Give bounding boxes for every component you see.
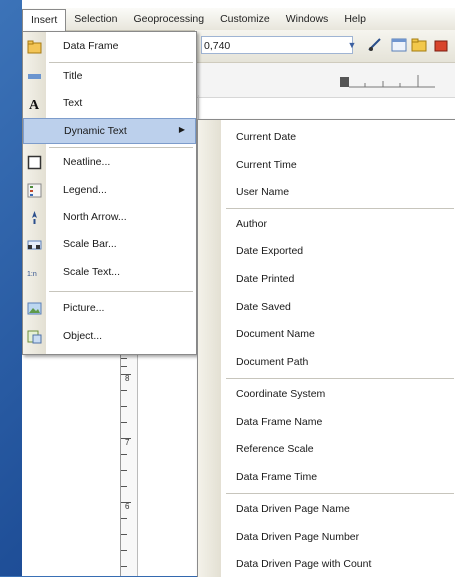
submenu-item-reference-scale[interactable]: Reference Scale [222,435,452,461]
menu-item-label: Scale Bar... [63,238,117,250]
menu-item-label: Data Driven Page with Count [236,558,372,570]
editor-toolbar-icon[interactable] [367,37,383,53]
menu-item-label: Current Time [236,159,297,171]
menu-separator [49,62,193,63]
menu-item-text[interactable]: A Text [23,91,196,117]
submenu-item-data-frame-time[interactable]: Data Frame Time [222,463,452,489]
map-scale-combo[interactable]: 0,740 [201,36,353,54]
menu-geoprocessing[interactable]: Geoprocessing [125,9,212,29]
menu-item-data-frame[interactable]: Data Frame [23,34,196,60]
menu-item-label: Reference Scale [236,443,314,455]
menu-bar: Insert Selection Geoprocessing Customize… [22,8,455,31]
submenu-item-author[interactable]: Author [222,210,452,236]
submenu-item-date-printed[interactable]: Date Printed [222,265,452,291]
submenu-item-data-frame-name[interactable]: Data Frame Name [222,408,452,434]
submenu-arrow-icon: ▶ [178,125,185,134]
menu-item-title[interactable]: Title [23,64,196,90]
catalog-icon[interactable] [411,37,427,53]
menu-item-label: Coordinate System [236,388,326,400]
submenu-item-date-exported[interactable]: Date Exported [222,237,452,263]
text-icon: A [29,98,40,111]
submenu-item-data-driven-page-with-count[interactable]: Data Driven Page with Count [222,550,452,576]
submenu-item-user-name[interactable]: User Name [222,178,452,204]
menu-selection[interactable]: Selection [66,9,125,29]
menu-item-label: Title [63,70,83,82]
menu-separator [226,493,454,494]
menu-item-label: Data Driven Page Number [236,531,360,543]
svg-text:A: A [29,98,40,111]
menu-item-object[interactable]: Object... [23,324,196,350]
submenu-item-current-time[interactable]: Current Time [222,151,452,177]
menu-item-label: Neatline... [63,156,111,168]
scale-text-icon: 1:n [27,271,37,278]
menu-help[interactable]: Help [336,9,374,29]
submenu-item-coordinate-system[interactable]: Coordinate System [222,380,452,406]
menu-item-label: Date Saved [236,301,291,313]
menu-item-label: Data Frame Name [236,416,323,428]
dynamic-text-submenu: Current Date Current Time User Name Auth… [197,119,455,577]
svg-text:1:n: 1:n [27,271,37,278]
submenu-item-data-driven-page-name[interactable]: Data Driven Page Name [222,495,452,521]
menu-customize[interactable]: Customize [212,9,278,29]
vertical-ruler: 8 7 6 [120,350,138,576]
legend-icon [27,183,42,198]
menu-item-label: Document Name [236,328,315,340]
menu-item-label: Object... [63,330,103,342]
insert-menu: Data Frame Title A Text Dynamic Text ▶ N… [22,31,197,355]
menu-item-scale-bar[interactable]: Scale Bar... [23,232,196,258]
submenu-item-data-driven-page-number[interactable]: Data Driven Page Number [222,523,452,549]
menu-item-label: Scale Text... [63,266,121,278]
north-arrow-icon [32,211,37,224]
menu-item-north-arrow[interactable]: North Arrow... [23,205,196,231]
table-of-contents-icon[interactable] [391,37,407,53]
title-icon [28,74,41,79]
menu-separator [49,147,193,148]
menu-item-label: Author [236,218,267,230]
submenu-item-current-date[interactable]: Current Date [222,123,452,149]
menu-item-label: Date Exported [236,245,304,257]
menu-separator [49,291,193,292]
menu-item-label: Text [63,97,83,109]
ruler-ticks [340,75,435,88]
menu-item-label: Picture... [63,302,105,314]
horizontal-ruler [195,63,455,98]
menu-item-label: Data Frame [63,40,119,52]
standard-toolbar: 0,740 ▼ [195,30,455,63]
ruler-label: 8 [125,374,130,383]
picture-icon [27,302,42,315]
submenu-item-document-name[interactable]: Document Name [222,320,452,346]
chevron-down-icon[interactable]: ▼ [345,37,359,53]
menu-item-label: Data Driven Page Name [236,503,350,515]
menu-item-label: Document Path [236,356,309,368]
scale-bar-icon [27,240,42,250]
menu-item-label: Date Printed [236,273,295,285]
menu-item-label: Data Frame Time [236,471,318,483]
ruler-label: 6 [125,502,130,511]
menu-separator [226,208,454,209]
menu-icon-gutter [198,120,221,577]
data-frame-icon [27,40,42,54]
menu-item-label: User Name [236,186,290,198]
menu-item-neatline[interactable]: Neatline... [23,150,196,176]
menu-separator [226,378,454,379]
menu-item-scale-text[interactable]: 1:n Scale Text... [23,260,196,286]
submenu-item-document-path[interactable]: Document Path [222,348,452,374]
menu-item-legend[interactable]: Legend... [23,178,196,204]
ruler-label: 7 [125,438,130,447]
menu-item-label: Current Date [236,131,297,143]
neatline-icon [27,155,42,170]
menu-item-dynamic-text[interactable]: Dynamic Text ▶ [23,118,196,144]
menu-item-label: Legend... [63,184,107,196]
menu-item-label: North Arrow... [63,211,127,223]
map-scale-value: 0,740 [204,40,231,52]
menu-windows[interactable]: Windows [278,9,337,29]
menu-item-picture[interactable]: Picture... [23,296,196,322]
toolbox-icon[interactable] [433,37,449,53]
object-icon [27,330,42,344]
menu-item-label: Dynamic Text [64,125,127,137]
submenu-item-date-saved[interactable]: Date Saved [222,293,452,319]
menu-insert[interactable]: Insert [22,8,67,31]
